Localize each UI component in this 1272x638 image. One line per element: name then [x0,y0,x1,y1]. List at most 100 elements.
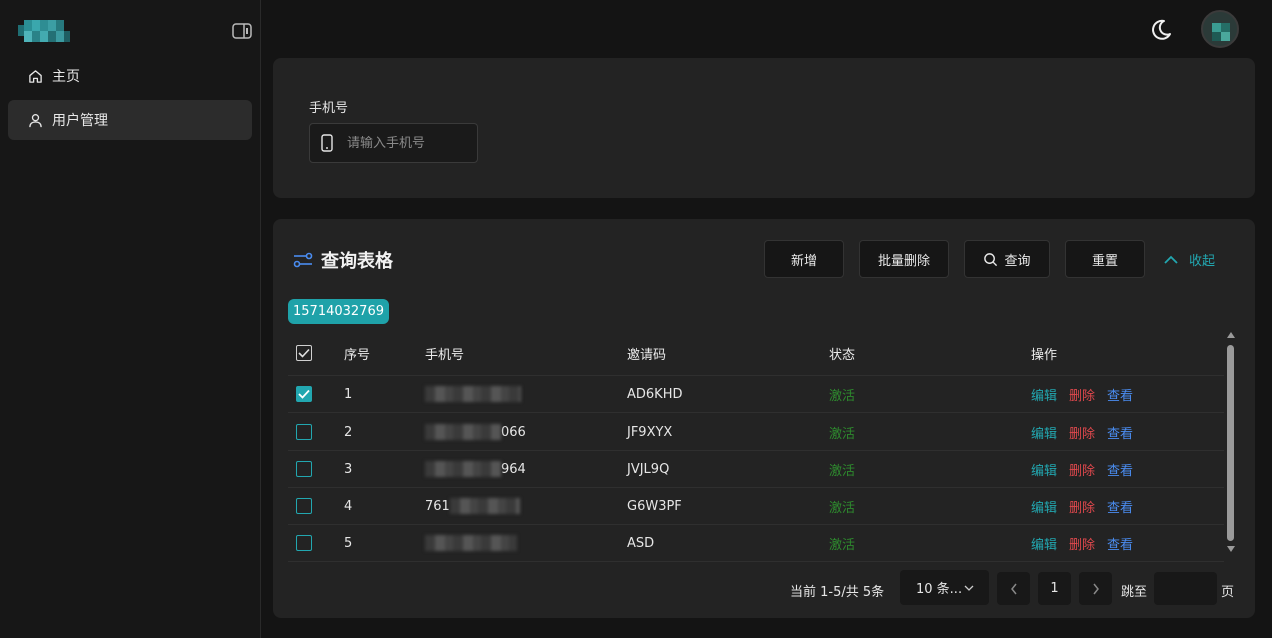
pagination-total: 当前 1-5/共 5条 [790,585,885,600]
table-row: 1 AD6KHD 激活 编辑 删除 查看 [288,376,1224,413]
view-link[interactable]: 查看 [1107,460,1133,479]
sidebar-item-user-management[interactable]: 用户管理 [8,100,252,140]
scroll-down-icon[interactable] [1226,545,1236,553]
edit-link[interactable]: 编辑 [1031,460,1057,479]
query-button-label: 查询 [1004,253,1031,269]
search-panel: 手机号 [273,58,1255,198]
column-header: 序号 [344,347,371,363]
row-checkbox[interactable] [296,424,312,440]
add-button[interactable]: 新增 [764,240,844,278]
chevron-up-icon [1164,255,1178,264]
prev-page-button[interactable] [997,572,1030,605]
scrollbar-thumb[interactable] [1227,345,1234,541]
sidebar: 主页 用户管理 [0,0,261,638]
edit-link[interactable]: 编辑 [1031,385,1057,404]
status-cell: 激活 [829,537,856,553]
table-row: 4 761 G6W3PF 激活 编辑 删除 查看 [288,488,1224,525]
column-header: 手机号 [425,347,465,363]
table-row: 2 066 JF9XYX 激活 编辑 删除 查看 [288,414,1224,451]
filter-settings-icon [293,252,313,268]
status-cell: 激活 [829,500,856,516]
view-link[interactable]: 查看 [1107,534,1133,553]
sidebar-item-label: 主页 [52,69,80,85]
select-all-checkbox[interactable] [296,345,312,361]
column-header: 邀请码 [627,347,667,363]
avatar[interactable] [1201,10,1239,48]
phone-cell [425,525,517,561]
phone-prefix: 761 [425,498,450,514]
phone-cell: 761 [425,488,520,524]
edit-link[interactable]: 编辑 [1031,497,1057,516]
view-link[interactable]: 查看 [1107,497,1133,516]
row-index: 5 [344,535,353,551]
delete-link[interactable]: 删除 [1069,423,1095,442]
invite-code-cell: ASD [627,535,655,551]
reset-button[interactable]: 重置 [1065,240,1145,278]
app-logo [18,20,80,42]
delete-link[interactable]: 删除 [1069,497,1095,516]
edit-link[interactable]: 编辑 [1031,534,1057,553]
row-checkbox[interactable] [296,461,312,477]
view-link[interactable]: 查看 [1107,423,1133,442]
row-checkbox[interactable] [296,386,312,402]
row-checkbox[interactable] [296,535,312,551]
chevron-down-icon [964,585,974,591]
row-index: 2 [344,424,353,440]
page-unit-label: 页 [1221,585,1235,600]
phone-input[interactable] [347,135,467,151]
page-size-value: 10 条... [916,582,963,597]
phone-suffix: 964 [501,461,526,477]
chevron-right-icon [1092,583,1099,594]
actions-cell: 编辑 删除 查看 [1031,488,1133,524]
row-index: 4 [344,498,353,514]
row-index: 1 [344,386,353,402]
delete-link[interactable]: 删除 [1069,534,1095,553]
invite-code-cell: JVJL9Q [627,461,670,477]
actions-cell: 编辑 删除 查看 [1031,414,1133,450]
page-number-button[interactable]: 1 [1038,572,1071,605]
phone-cell [425,376,521,412]
actions-cell: 编辑 删除 查看 [1031,376,1133,412]
table-title-text: 查询表格 [321,251,393,272]
actions-cell: 编辑 删除 查看 [1031,525,1133,561]
filter-tag[interactable]: 15714032769 [288,299,389,324]
search-icon [984,252,998,266]
row-index: 3 [344,461,353,477]
table-scrollbar[interactable] [1225,331,1237,557]
table-header-row: 序号 手机号 邀请码 状态 操作 [288,331,1224,376]
query-button[interactable]: 查询 [964,240,1050,278]
delete-link[interactable]: 删除 [1069,385,1095,404]
sidebar-item-label: 用户管理 [52,113,108,129]
jump-to-page-input[interactable] [1154,572,1217,605]
invite-code-cell: JF9XYX [627,424,673,440]
chevron-left-icon [1010,583,1017,594]
column-header: 操作 [1031,347,1058,363]
invite-code-cell: G6W3PF [627,498,682,514]
page-size-select[interactable]: 10 条... [900,570,989,605]
moon-icon[interactable] [1148,17,1174,43]
table-row: 5 ASD 激活 编辑 删除 查看 [288,525,1224,562]
collapse-link[interactable]: 收起 [1163,250,1215,269]
status-cell: 激活 [829,463,856,479]
collapse-label: 收起 [1189,254,1216,269]
mobile-phone-icon [321,134,333,152]
scroll-up-icon[interactable] [1226,331,1236,339]
status-cell: 激活 [829,426,856,442]
jump-to-label: 跳至 [1121,585,1148,600]
phone-suffix: 066 [501,424,526,440]
table-title: 查询表格 [293,247,393,273]
sidebar-toggle-icon[interactable] [232,22,252,40]
batch-delete-button[interactable]: 批量删除 [859,240,949,278]
row-checkbox[interactable] [296,498,312,514]
sidebar-item-home[interactable]: 主页 [8,56,252,96]
status-cell: 激活 [829,388,856,404]
next-page-button[interactable] [1079,572,1112,605]
actions-cell: 编辑 删除 查看 [1031,451,1133,487]
column-header: 状态 [829,347,856,363]
view-link[interactable]: 查看 [1107,385,1133,404]
phone-cell: 066 [425,414,526,450]
user-icon [29,113,42,127]
phone-search-field[interactable] [309,123,478,163]
edit-link[interactable]: 编辑 [1031,423,1057,442]
delete-link[interactable]: 删除 [1069,460,1095,479]
